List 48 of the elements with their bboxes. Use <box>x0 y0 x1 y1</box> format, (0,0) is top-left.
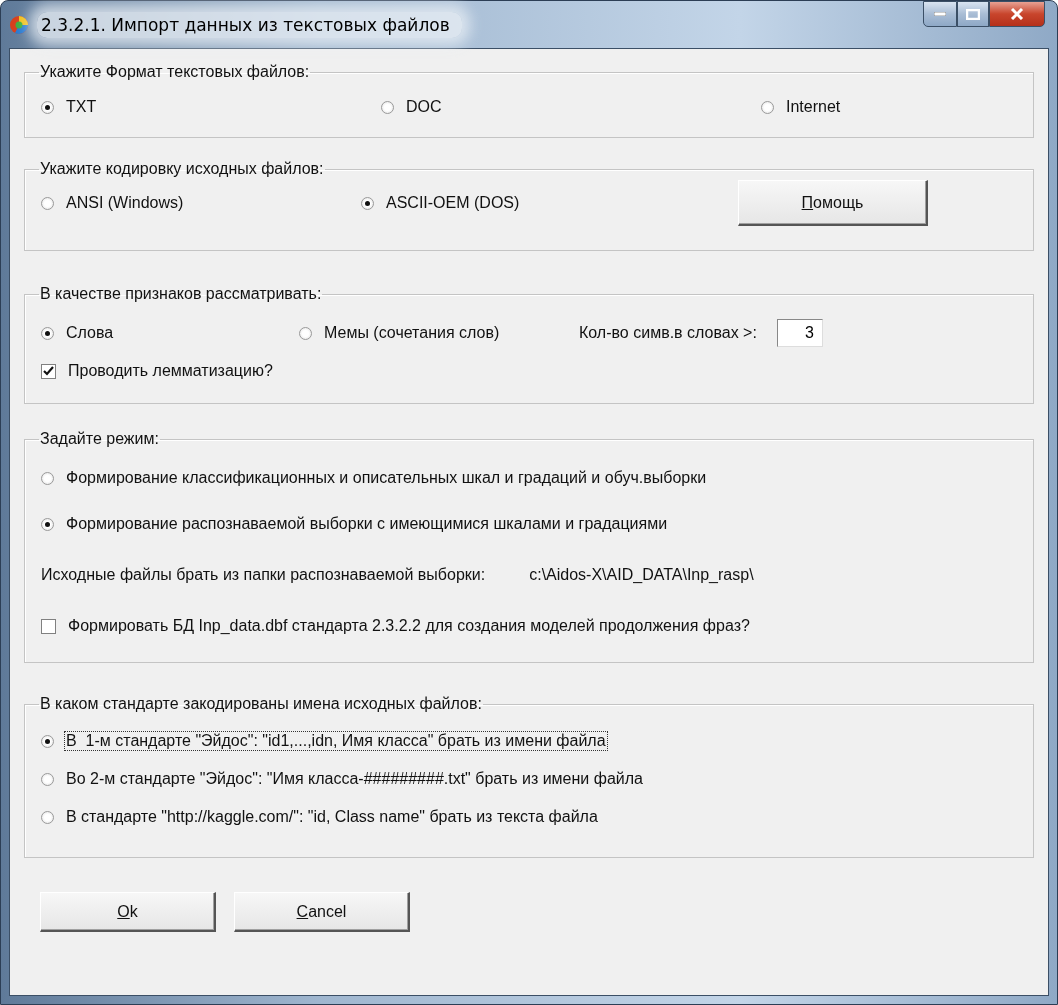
option-label[interactable]: Проводить лемматизацию? <box>66 361 275 381</box>
minimize-button[interactable] <box>923 1 957 27</box>
option-label[interactable]: Во 2-м стандарте "Эйдос": "Имя класса-#########.txt" брать из имени файла <box>64 769 645 789</box>
input-field[interactable]: 3 <box>776 319 823 347</box>
window-title: 2.3.2.1. Импорт данных из текстовых файлов <box>37 11 462 38</box>
group-title: Укажите Формат текстовых файлов: <box>39 63 311 81</box>
option-label[interactable]: DOC <box>404 97 444 117</box>
option-label[interactable]: Мемы (сочетания слов) <box>322 323 502 343</box>
radio-button[interactable] <box>299 326 312 340</box>
radio-button[interactable] <box>41 810 54 824</box>
help-button[interactable]: Помощь <box>738 180 928 226</box>
option-label[interactable]: Формирование распознаваемой выборки с имеющимися шкалами и градациями <box>64 514 670 534</box>
option-label[interactable]: TXT <box>64 97 99 117</box>
group-title: В каком стандарте закодированы имена исходных файлов: <box>39 695 483 713</box>
radio-button[interactable] <box>41 772 54 786</box>
option-label[interactable]: ANSI (Windows) <box>64 193 186 213</box>
group-title: В качестве признаков рассматривать: <box>39 285 323 303</box>
option-label[interactable]: В 1-м стандарте "Эйдос": "id1,...,idn, Имя класса" брать из имени файла <box>64 731 608 751</box>
option-label[interactable]: Internet <box>784 97 843 117</box>
radio-button[interactable] <box>361 196 374 210</box>
close-icon <box>1010 8 1024 20</box>
option-label[interactable]: Формировать БД Inp_data.dbf стандарта 2.3.2.2 для создания моделей продолжения фраз? <box>66 616 752 636</box>
cancel-button[interactable]: Cancel <box>234 892 410 932</box>
group-title: Укажите кодировку исходных файлов: <box>39 160 325 178</box>
radio-button[interactable] <box>41 734 54 748</box>
radio-button[interactable] <box>41 100 54 114</box>
ok-button[interactable]: Ok <box>40 892 216 932</box>
option-label[interactable]: ASCII-OEM (DOS) <box>384 193 522 213</box>
option-label[interactable]: Слова <box>64 323 116 343</box>
app-logo-icon <box>9 14 29 35</box>
maximize-icon <box>966 8 980 20</box>
radio-button[interactable] <box>761 100 774 114</box>
field-label: Исходные файлы брать из папки распознаваемой выборки: <box>41 566 486 584</box>
option-label[interactable]: В стандарте "http://kaggle.com/": "id, Class name" брать из текста файла <box>64 807 600 827</box>
field-label: Кол-во симв.в словах >: <box>579 324 757 342</box>
checkbox[interactable] <box>41 363 56 379</box>
radio-button[interactable] <box>41 196 54 210</box>
radio-button[interactable] <box>41 326 54 340</box>
minimize-icon <box>934 12 946 16</box>
folder-path: c:\Aidos-X\AID_DATA\Inp_rasp\ <box>529 566 754 584</box>
option-label[interactable]: Формирование классификационных и описательных шкал и градаций и обуч.выборки <box>64 468 709 488</box>
radio-button[interactable] <box>381 100 394 114</box>
radio-button[interactable] <box>41 471 54 485</box>
group-title: Задайте режим: <box>39 430 160 448</box>
close-button[interactable] <box>989 1 1045 27</box>
maximize-button[interactable] <box>957 1 989 27</box>
checkbox[interactable] <box>41 618 56 634</box>
radio-button[interactable] <box>41 517 54 531</box>
